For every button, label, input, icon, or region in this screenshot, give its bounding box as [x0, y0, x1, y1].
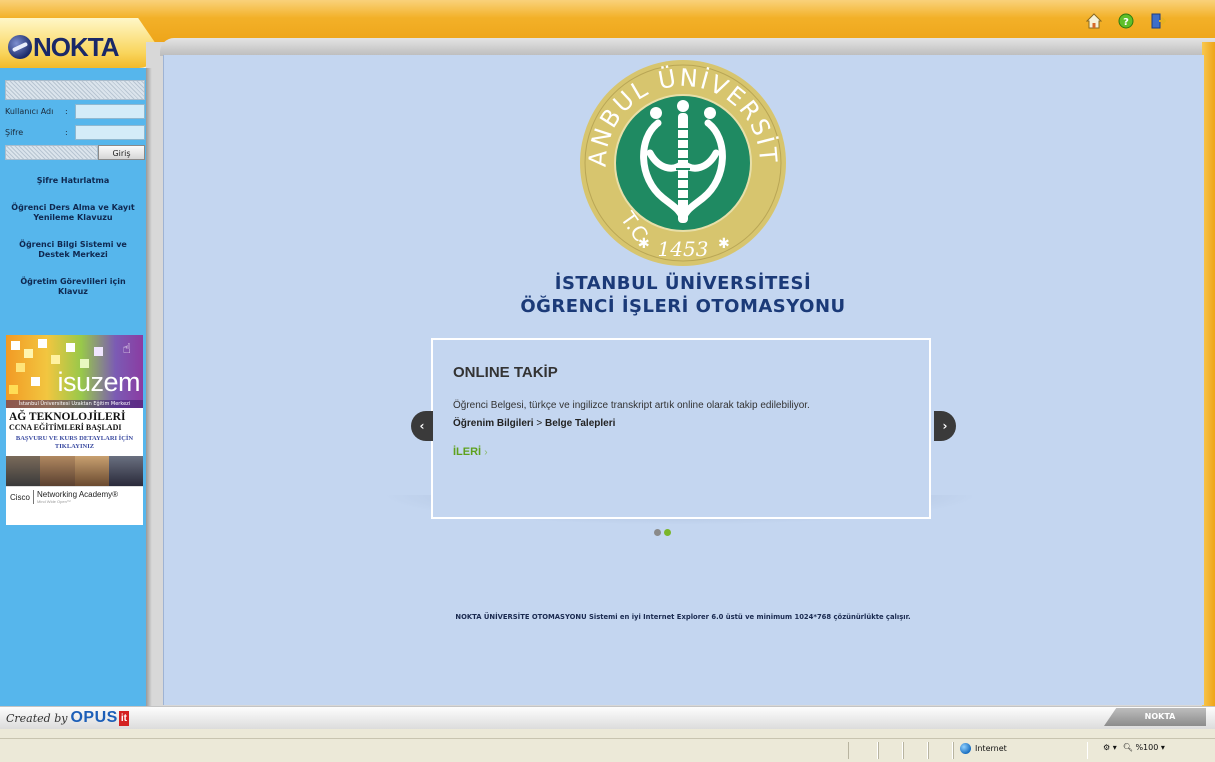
university-seal: İSTANBUL ÜNİVERSİTESİ T.C. 1453 ✱ ✱ — [578, 58, 786, 266]
bottom-bar — [0, 706, 1215, 729]
path-part-1: Öğrenim Bilgileri — [453, 418, 534, 429]
nokta-logo[interactable]: NOKTA — [8, 31, 120, 62]
slider-prev-button[interactable]: ‹ — [411, 411, 433, 441]
isuzem-brand: isuzem — [57, 367, 140, 397]
banner-subtitle: CCNA EĞİTİMLERİ BAŞLADI — [9, 423, 122, 432]
colon: : — [65, 128, 68, 137]
slide-title: ONLINE TAKİP — [453, 364, 558, 381]
path-separator: > — [536, 418, 543, 429]
status-cell — [878, 742, 903, 759]
slide-more-link[interactable]: İLERİ › — [453, 446, 488, 458]
slide-path: Öğrenim Bilgileri > Belge Talepleri — [453, 418, 615, 429]
zoom-icon: 🔍︎ — [1122, 743, 1133, 752]
login-footer-bar — [5, 145, 98, 160]
username-input[interactable] — [75, 104, 145, 119]
svg-text:✱: ✱ — [718, 236, 730, 252]
slider-dot[interactable] — [654, 529, 661, 536]
banner-photos — [6, 456, 143, 486]
title-line-system: ÖĞRENCİ İŞLERİ OTOMASYONU — [520, 296, 846, 317]
cisco-text: Cisco — [10, 492, 31, 502]
networking-academy-text: Networking Academy® — [37, 490, 119, 499]
banner-link[interactable]: BAŞVURU VE KURS DETAYLARI İÇİN TIKLAYINI… — [6, 435, 143, 451]
zoom-level[interactable]: 🔍︎ %100 ▾ — [1123, 743, 1165, 752]
login-header-bar — [5, 80, 145, 100]
browser-gap — [0, 729, 1215, 738]
page-title: İSTANBUL ÜNİVERSİTESİ ÖĞRENCİ İŞLERİ OTO… — [163, 272, 1203, 318]
chevron-right-icon: › — [942, 419, 948, 433]
created-by-opus[interactable]: Created by OPUS it — [6, 709, 129, 727]
zoom-controls: ⚙ ▾ 🔍︎ %100 ▾ — [1103, 743, 1165, 752]
exit-icon[interactable] — [1149, 12, 1167, 30]
status-cell — [928, 742, 953, 759]
content-frame-top — [160, 38, 1215, 56]
nokta-tab[interactable]: NOKTA — [1104, 708, 1206, 726]
status-cell — [903, 742, 928, 759]
isuzem-ad-banner[interactable]: ☝ isuzem İstanbul Üniversitesi Uzaktan E… — [6, 335, 143, 525]
isuzem-banner-header: ☝ isuzem İstanbul Üniversitesi Uzaktan E… — [6, 335, 143, 408]
banner-title: AĞ TEKNOLOJİLERİ — [9, 411, 126, 423]
login-button[interactable]: Giriş — [98, 145, 145, 160]
chevron-left-icon: ‹ — [419, 419, 425, 433]
more-arrow-icon: › — [484, 447, 488, 458]
title-line-university: İSTANBUL ÜNİVERSİTESİ — [554, 273, 812, 294]
colon: : — [65, 107, 68, 116]
username-label: Kullanıcı Adı — [5, 107, 54, 116]
sidebar-border — [146, 68, 152, 706]
slide-text: Öğrenci Belgesi, türkçe ve ingilizce tra… — [453, 400, 810, 411]
sidebar-link-instructor-guide[interactable]: Öğretim Görevlileri için Klavuz — [0, 277, 146, 297]
sidebar-link-support-center[interactable]: Öğrenci Bilgi Sistemi ve Destek Merkezi — [0, 240, 146, 260]
browser-status-bar: Internet ⚙ ▾ 🔍︎ %100 ▾ — [0, 738, 1215, 762]
sidebar-links: Şifre Hatırlatma Öğrenci Ders Alma ve Ka… — [0, 176, 146, 314]
isuzem-subtitle: İstanbul Üniversitesi Uzaktan Eğitim Mer… — [6, 400, 143, 408]
password-input[interactable] — [75, 125, 145, 140]
security-zone[interactable]: Internet — [960, 743, 1007, 754]
pointer-hand-icon: ☝ — [122, 341, 131, 357]
protected-mode-icon[interactable]: ⚙ ▾ — [1103, 743, 1117, 752]
status-cell — [848, 742, 878, 759]
zoom-value: %100 — [1135, 743, 1159, 752]
help-icon[interactable]: ? — [1117, 12, 1135, 30]
login-form: Kullanıcı Adı : Şifre : Giriş — [5, 80, 145, 160]
browser-requirement-note: NOKTA ÜNİVERSİTE OTOMASYONU Sistemi en i… — [455, 613, 911, 621]
opus-logo-text: OPUS — [70, 709, 118, 726]
slider-dot-active[interactable] — [664, 529, 671, 536]
top-bar — [0, 0, 1215, 42]
news-slide: ONLINE TAKİP Öğrenci Belgesi, türkçe ve … — [431, 338, 931, 519]
seal-year: 1453 — [658, 237, 709, 261]
sidebar-link-password-reminder[interactable]: Şifre Hatırlatma — [0, 176, 146, 186]
svg-text:✱: ✱ — [638, 236, 650, 252]
svg-text:?: ? — [1123, 17, 1129, 28]
top-toolbar: ? — [1085, 12, 1167, 30]
globe-icon — [8, 35, 32, 59]
opus-it-badge: it — [118, 710, 129, 726]
cisco-tagline: Mind Wide Open™ — [37, 499, 71, 504]
internet-globe-icon — [960, 743, 971, 754]
zone-label: Internet — [975, 744, 1007, 753]
home-icon[interactable] — [1085, 12, 1103, 30]
path-part-2: Belge Talepleri — [544, 418, 616, 429]
password-label: Şifre — [5, 128, 24, 137]
more-label: İLERİ — [453, 446, 482, 458]
created-by-text: Created by — [6, 711, 68, 725]
slider-dots — [654, 529, 671, 536]
sidebar-link-course-guide[interactable]: Öğrenci Ders Alma ve Kayıt Yenileme Klav… — [0, 203, 146, 223]
cisco-logo: Cisco Networking Academy® Mind Wide Open… — [6, 486, 143, 507]
logo-text: NOKTA — [33, 31, 120, 62]
